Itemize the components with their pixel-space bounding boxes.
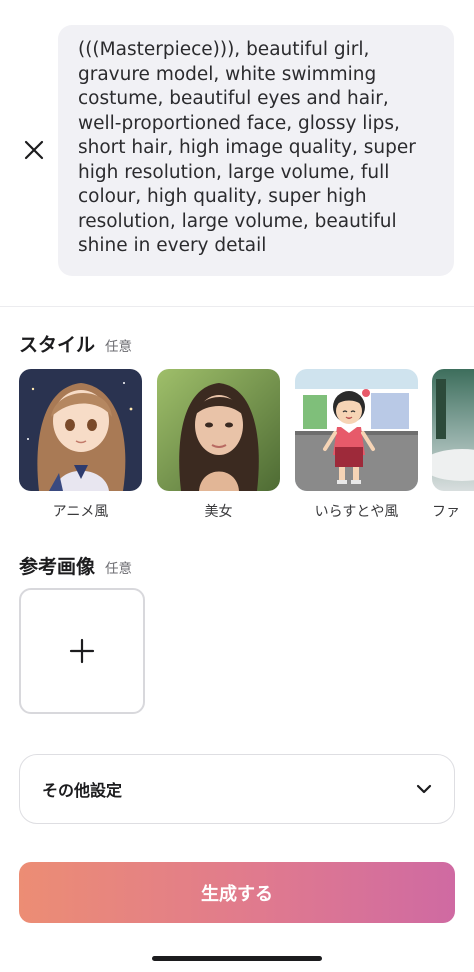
reference-optional-tag: 任意 [105, 561, 133, 577]
divider [0, 306, 474, 307]
style-label-irasutoya: いらすとや風 [314, 504, 399, 520]
generate-button-label: 生成する [201, 883, 273, 905]
other-settings-label: その他設定 [42, 781, 123, 800]
home-indicator[interactable] [152, 956, 322, 961]
style-thumbnail-fantasy [432, 369, 474, 491]
chevron-down-icon [416, 784, 432, 794]
generate-button[interactable]: 生成する [19, 862, 455, 923]
style-thumbnail-beauty [157, 369, 280, 491]
style-thumbnail-anime [19, 369, 142, 491]
style-option-irasutoya[interactable]: いらすとや風 [295, 369, 418, 521]
style-label-fantasy: ファ [432, 504, 460, 520]
add-reference-image-button[interactable] [19, 588, 145, 714]
reference-section-header: 参考画像 任意 [19, 552, 132, 579]
style-thumbnail-irasutoya [295, 369, 418, 491]
prompt-area: (((Masterpiece))), beautiful girl, gravu… [0, 0, 474, 306]
reference-section-title: 参考画像 [19, 556, 96, 578]
prompt-input[interactable]: (((Masterpiece))), beautiful girl, gravu… [58, 25, 454, 276]
style-section-header: スタイル 任意 [19, 330, 132, 357]
style-label-anime: アニメ風 [52, 504, 109, 520]
style-label-beauty: 美女 [204, 504, 233, 520]
style-option-anime[interactable]: アニメ風 [19, 369, 142, 521]
plus-icon [69, 638, 95, 664]
close-button[interactable] [18, 134, 50, 166]
style-option-fantasy[interactable]: ファ [432, 369, 474, 521]
style-section-title: スタイル [19, 334, 96, 356]
other-settings-dropdown[interactable]: その他設定 [19, 754, 455, 824]
style-optional-tag: 任意 [105, 339, 133, 355]
close-icon [24, 140, 44, 160]
prompt-text[interactable]: (((Masterpiece))), beautiful girl, gravu… [78, 38, 436, 259]
style-option-beauty[interactable]: 美女 [157, 369, 280, 521]
style-carousel[interactable]: アニメ風 美女 いらすとや風 ファ [19, 369, 474, 529]
